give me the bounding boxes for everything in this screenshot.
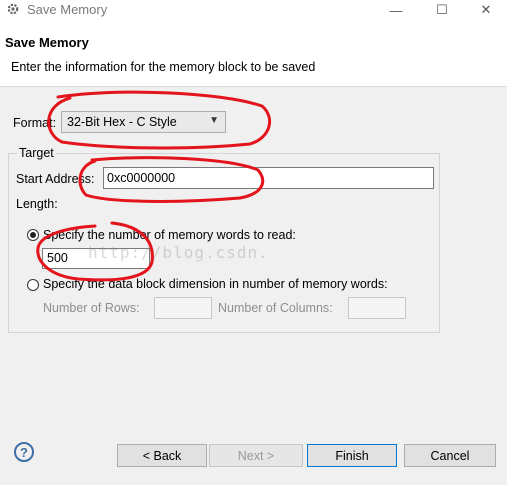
window-title: Save Memory: [27, 2, 108, 17]
dialog-title: Save Memory: [5, 35, 89, 50]
save-memory-dialog: Save Memory — ☐ ✕ Save Memory Enter the …: [0, 0, 507, 485]
gear-icon: [7, 3, 19, 15]
back-button[interactable]: < Back: [117, 444, 207, 467]
dialog-header: Save Memory Enter the information for th…: [0, 20, 507, 87]
start-address-label: Start Address:: [16, 172, 95, 186]
rows-input[interactable]: [154, 297, 212, 319]
maximize-button[interactable]: ☐: [419, 0, 465, 20]
words-radio[interactable]: [27, 229, 39, 241]
columns-label: Number of Columns:: [218, 301, 333, 315]
rows-label: Number of Rows:: [43, 301, 140, 315]
title-bar: Save Memory — ☐ ✕: [0, 0, 507, 20]
finish-button[interactable]: Finish: [307, 444, 397, 467]
length-label: Length:: [16, 197, 58, 211]
minimize-button[interactable]: —: [373, 0, 419, 20]
help-button[interactable]: ?: [14, 442, 34, 462]
block-dimension-radio-label[interactable]: Specify the data block dimension in numb…: [43, 277, 388, 291]
columns-input[interactable]: [348, 297, 406, 319]
start-address-input[interactable]: 0xc0000000: [103, 167, 434, 189]
format-select[interactable]: 32-Bit Hex - C Style ▼: [61, 111, 226, 133]
format-select-value: 32-Bit Hex - C Style: [67, 115, 177, 129]
cancel-button[interactable]: Cancel: [404, 444, 496, 467]
dialog-description: Enter the information for the memory blo…: [11, 60, 316, 74]
chevron-down-icon: ▼: [209, 115, 219, 126]
format-label: Format:: [13, 116, 57, 130]
next-button[interactable]: Next >: [209, 444, 303, 467]
words-radio-label[interactable]: Specify the number of memory words to re…: [43, 228, 296, 242]
target-legend: Target: [17, 146, 56, 160]
block-dimension-radio[interactable]: [27, 279, 39, 291]
watermark: http://blog.csdn.: [88, 243, 269, 262]
close-button[interactable]: ✕: [463, 0, 507, 20]
